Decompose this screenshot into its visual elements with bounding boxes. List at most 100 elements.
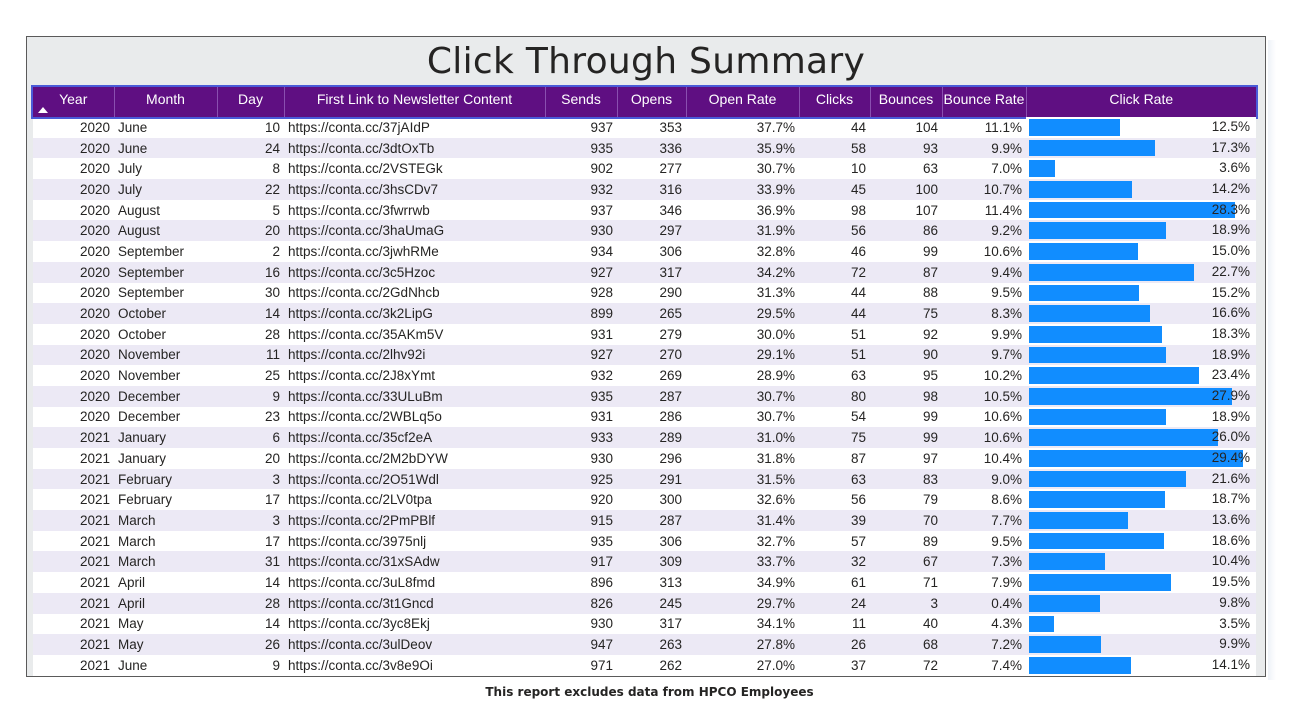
year-cell: 2020: [33, 117, 114, 138]
table-visual[interactable]: Click Through Summary Year Month Day Fir…: [26, 36, 1266, 677]
click-rate-cell: 18.7%: [1026, 489, 1256, 511]
table-row[interactable]: 2020 July 8 https://conta.cc/2VSTEGk 902 277 3…: [33, 158, 1256, 180]
month-cell: June: [114, 117, 217, 138]
link-cell: https://conta.cc/3k2LipG: [284, 303, 545, 324]
click-through-table: Year Month Day First Link to Newsletter …: [31, 85, 1258, 676]
opens-cell: 306: [617, 530, 686, 552]
table-row[interactable]: 2021 March 17 https://conta.cc/3975nlj 935 30…: [33, 530, 1256, 552]
bounces-cell: 99: [870, 406, 942, 428]
table-row[interactable]: 2020 September 16 https://conta.cc/3c5Hzoc 9…: [33, 261, 1256, 283]
year-cell: 2021: [33, 510, 114, 531]
open-rate-cell: 34.2%: [686, 261, 799, 283]
column-header-month[interactable]: Month: [113, 87, 217, 117]
day-cell: 20: [217, 448, 284, 469]
table-row[interactable]: 2020 November 25 https://conta.cc/2J8xYmt 93…: [33, 365, 1256, 386]
month-cell: October: [114, 303, 217, 324]
table-body: 2020 June 10 https://conta.cc/37jAIdP 937 353…: [33, 117, 1256, 676]
opens-cell: 346: [617, 199, 686, 221]
table-row[interactable]: 2020 August 20 https://conta.cc/3haUmaG 930 2…: [33, 220, 1256, 242]
column-header-year[interactable]: Year: [33, 87, 114, 117]
link-cell: https://conta.cc/3hsCDv7: [284, 179, 545, 200]
open-rate-cell: 30.7%: [686, 385, 799, 407]
table-row[interactable]: 2020 June 24 https://conta.cc/3dtOxTb 935 336…: [33, 137, 1256, 159]
bounces-cell: 100: [870, 179, 942, 200]
click-rate-cell: 19.5%: [1026, 572, 1256, 593]
clicks-cell: 56: [799, 220, 870, 242]
column-header-opens[interactable]: Opens: [616, 87, 686, 117]
click-rate-bar: [1029, 470, 1186, 488]
click-rate-bar: [1029, 594, 1101, 612]
column-header-bounce-rate[interactable]: Bounce Rate: [941, 87, 1026, 117]
click-rate-bar: [1029, 222, 1167, 240]
month-cell: July: [114, 158, 217, 180]
year-cell: 2021: [33, 592, 114, 614]
click-rate-cell: 9.8%: [1026, 592, 1256, 614]
link-cell: https://conta.cc/3dtOxTb: [284, 137, 545, 159]
table-row[interactable]: 2020 August 5 https://conta.cc/3fwrrwb 937 34…: [33, 199, 1256, 221]
bounces-cell: 40: [870, 613, 942, 635]
click-rate-bar: [1029, 367, 1200, 384]
open-rate-cell: 33.7%: [686, 551, 799, 573]
table-row[interactable]: 2020 November 11 https://conta.cc/2lhv92i 92…: [33, 344, 1256, 366]
opens-cell: 269: [617, 365, 686, 386]
table-row[interactable]: 2020 September 2 https://conta.cc/3jwhRMe 93…: [33, 241, 1256, 262]
sends-cell: 932: [545, 365, 617, 386]
table-row[interactable]: 2021 March 31 https://conta.cc/31xSAdw 917 30…: [33, 551, 1256, 573]
bounce-rate-cell: 9.2%: [942, 220, 1026, 242]
table-row[interactable]: 2021 March 3 https://conta.cc/2PmPBlf 915 287…: [33, 510, 1256, 531]
table-row[interactable]: 2021 May 26 https://conta.cc/3ulDeov 947 263 2…: [33, 634, 1256, 655]
column-header-bounces[interactable]: Bounces: [869, 87, 942, 117]
table-row[interactable]: 2020 September 30 https://conta.cc/2GdNhcb 9…: [33, 282, 1256, 304]
open-rate-cell: 31.0%: [686, 427, 799, 448]
open-rate-cell: 29.7%: [686, 592, 799, 614]
table-row[interactable]: 2021 February 3 https://conta.cc/2O51Wdl 925…: [33, 468, 1256, 490]
link-cell: https://conta.cc/35AKm5V: [284, 323, 545, 345]
link-cell: https://conta.cc/3t1Gncd: [284, 592, 545, 614]
click-rate-cell: 22.7%: [1026, 261, 1256, 283]
table-row[interactable]: 2021 April 14 https://conta.cc/3uL8fmd 896 31…: [33, 572, 1256, 593]
click-rate-bar: [1029, 387, 1232, 405]
table-row[interactable]: 2021 January 20 https://conta.cc/2M2bDYW 930…: [33, 448, 1256, 469]
table-row[interactable]: 2021 May 14 https://conta.cc/3yc8Ekj 930 317 3…: [33, 613, 1256, 635]
day-cell: 22: [217, 179, 284, 200]
year-cell: 2021: [33, 634, 114, 655]
bounce-rate-cell: 7.2%: [942, 634, 1026, 655]
day-cell: 28: [217, 592, 284, 614]
opens-cell: 279: [617, 323, 686, 345]
column-header-click-rate[interactable]: Click Rate: [1025, 87, 1256, 117]
header-row: Year Month Day First Link to Newsletter …: [33, 87, 1256, 117]
opens-cell: 300: [617, 489, 686, 511]
column-header-day[interactable]: Day: [216, 87, 284, 117]
column-header-sends[interactable]: Sends: [544, 87, 617, 117]
table-row[interactable]: 2021 April 28 https://conta.cc/3t1Gncd 826 24…: [33, 592, 1256, 614]
sends-cell: 971: [545, 654, 617, 676]
table-row[interactable]: 2020 December 23 https://conta.cc/2WBLq5o 93…: [33, 406, 1256, 428]
table-row[interactable]: 2020 October 14 https://conta.cc/3k2LipG 899…: [33, 303, 1256, 324]
month-cell: March: [114, 510, 217, 531]
bounces-cell: 107: [870, 199, 942, 221]
day-cell: 9: [217, 654, 284, 676]
year-cell: 2020: [33, 323, 114, 345]
table-row[interactable]: 2020 October 28 https://conta.cc/35AKm5V 931…: [33, 323, 1256, 345]
table-row[interactable]: 2020 December 9 https://conta.cc/33ULuBm 935…: [33, 385, 1256, 407]
click-rate-cell: 18.9%: [1026, 344, 1256, 366]
click-rate-value: 17.3%: [1211, 139, 1250, 155]
link-cell: https://conta.cc/2LV0tpa: [284, 489, 545, 511]
link-cell: https://conta.cc/2O51Wdl: [284, 468, 545, 490]
column-header-clicks[interactable]: Clicks: [798, 87, 870, 117]
column-header-open-rate[interactable]: Open Rate: [685, 87, 799, 117]
table-row[interactable]: 2021 June 9 https://conta.cc/3v8e9Oi 971 262 2…: [33, 654, 1256, 676]
column-header-link[interactable]: First Link to Newsletter Content: [283, 87, 545, 117]
click-rate-bar: [1029, 181, 1133, 198]
click-rate-bar: [1029, 532, 1165, 550]
table-row[interactable]: 2021 February 17 https://conta.cc/2LV0tpa 92…: [33, 489, 1256, 511]
year-cell: 2020: [33, 385, 114, 407]
bounces-cell: 89: [870, 530, 942, 552]
table-container[interactable]: Year Month Day First Link to Newsletter …: [31, 85, 1258, 676]
click-rate-cell: 18.3%: [1026, 323, 1256, 345]
click-rate-bar: [1029, 491, 1165, 509]
table-row[interactable]: 2021 January 6 https://conta.cc/35cf2eA 933 2…: [33, 427, 1256, 448]
table-row[interactable]: 2020 July 22 https://conta.cc/3hsCDv7 932 316…: [33, 179, 1256, 200]
click-rate-cell: 10.4%: [1026, 551, 1256, 573]
table-row[interactable]: 2020 June 10 https://conta.cc/37jAIdP 937 353…: [33, 117, 1256, 138]
